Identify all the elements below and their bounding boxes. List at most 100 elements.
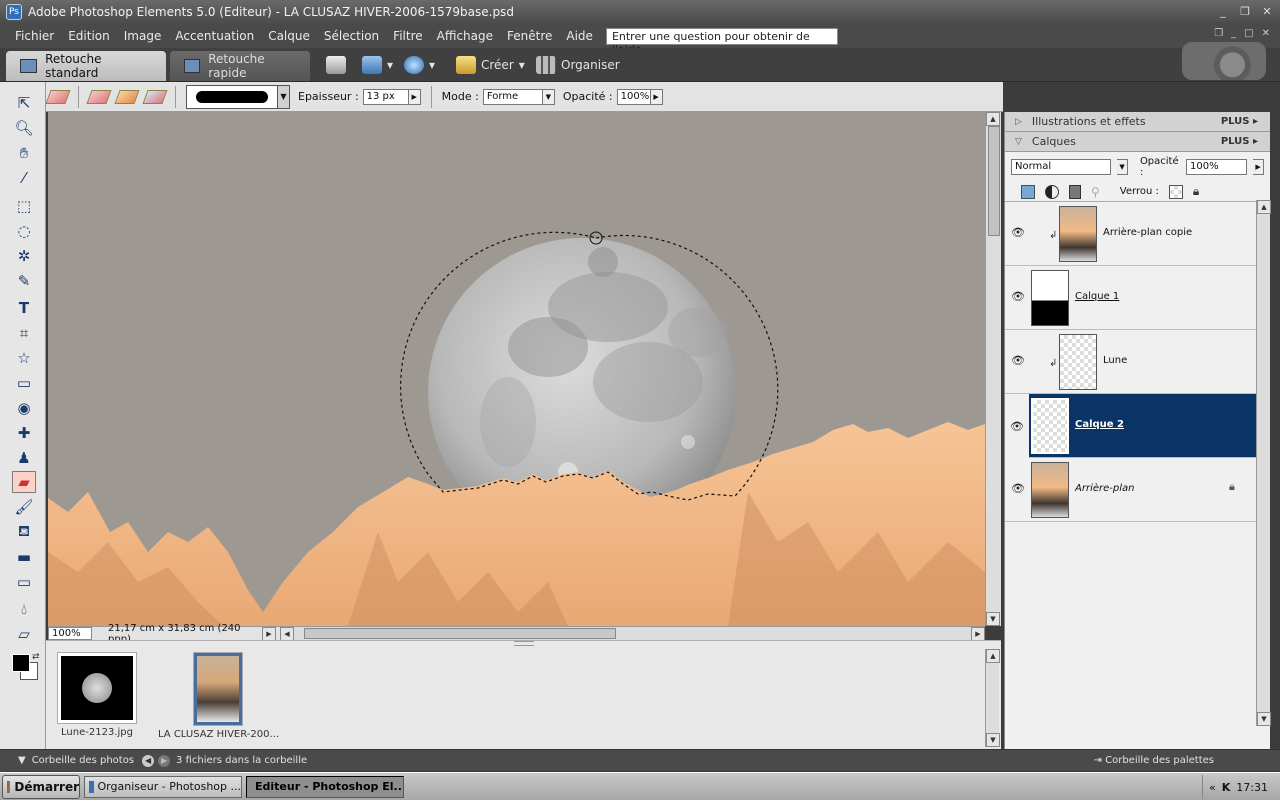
- layer-row-arriere-plan-copie[interactable]: 👁︎ ↲ Arrière-plan copie: [1005, 202, 1257, 266]
- doc-maximize-button[interactable]: □: [1244, 28, 1253, 39]
- palette-bin-toggle[interactable]: ⇥ Corbeille des palettes: [1094, 755, 1214, 766]
- creer-button[interactable]: Créer ▾: [456, 56, 525, 74]
- menu-calque[interactable]: Calque: [261, 29, 317, 43]
- visibility-eye-icon[interactable]: 👁︎: [1011, 354, 1025, 367]
- menu-aide[interactable]: Aide: [559, 29, 600, 43]
- next-photo-button[interactable]: ▶: [158, 754, 171, 767]
- foreground-color-swatch[interactable]: [12, 654, 30, 672]
- canvas-horizontal-scrollbar[interactable]: [294, 627, 971, 640]
- share-button[interactable]: ▾: [362, 56, 393, 74]
- clone-stamp-tool-icon[interactable]: ♟: [12, 447, 36, 469]
- task-organiseur[interactable]: Organiseur - Photoshop ...: [84, 775, 242, 798]
- scroll-left-arrow[interactable]: ◀: [280, 626, 294, 641]
- layer-row-calque-1[interactable]: 👁︎ Calque 1: [1005, 266, 1257, 330]
- brush-tool-icon[interactable]: 🖌︎: [12, 496, 36, 518]
- eyedropper-tool-icon[interactable]: ⁄: [12, 167, 36, 189]
- menu-fenetre[interactable]: Fenêtre: [500, 29, 559, 43]
- previous-photo-button[interactable]: ◀: [142, 754, 155, 767]
- selection-brush-tool-icon[interactable]: ✎: [12, 270, 36, 292]
- epaisseur-slider-arrow[interactable]: ▶: [408, 88, 421, 105]
- gradient-tool-icon[interactable]: ▬: [12, 546, 36, 568]
- scroll-down-arrow[interactable]: ▼: [986, 612, 1000, 626]
- tray-app-icon[interactable]: K: [1222, 781, 1231, 794]
- scroll-up-arrow[interactable]: ▲: [1257, 200, 1271, 214]
- crop-tool-icon[interactable]: ⌗: [12, 322, 36, 344]
- image-canvas[interactable]: [48, 112, 985, 626]
- doc-close-button[interactable]: ✕: [1262, 28, 1270, 39]
- menu-accentuation[interactable]: Accentuation: [168, 29, 261, 43]
- doc-minimize-button[interactable]: _: [1231, 28, 1236, 39]
- scroll-up-arrow[interactable]: ▲: [986, 112, 1000, 126]
- doc-restore-button[interactable]: ❐: [1214, 28, 1223, 39]
- task-editeur[interactable]: Editeur - Photoshop El...: [246, 775, 404, 798]
- lasso-tool-icon[interactable]: ◌: [12, 220, 36, 242]
- lock-icon[interactable]: 🔒︎: [1193, 184, 1199, 199]
- trash-icon[interactable]: [1069, 184, 1081, 199]
- zoom-field[interactable]: 100%: [48, 627, 92, 640]
- zoom-tool-icon[interactable]: 🔍︎: [12, 117, 36, 139]
- info-menu-arrow[interactable]: ▶: [262, 626, 276, 641]
- eraser-icon[interactable]: [86, 89, 112, 104]
- mode-select[interactable]: Forme: [482, 88, 543, 105]
- canvas-vertical-scrollbar[interactable]: ▲ ▼: [985, 112, 1001, 626]
- new-layer-icon[interactable]: [1021, 184, 1035, 199]
- more-button[interactable]: PLUS ▸: [1221, 136, 1258, 147]
- menu-image[interactable]: Image: [117, 29, 169, 43]
- palette-header-calques[interactable]: ▽ Calques PLUS ▸: [1005, 132, 1270, 152]
- scroll-thumb[interactable]: [988, 126, 1000, 236]
- red-eye-tool-icon[interactable]: ◉: [12, 397, 36, 419]
- menu-fichier[interactable]: Fichier: [8, 29, 61, 43]
- visibility-eye-icon[interactable]: 👁︎: [1005, 394, 1029, 458]
- minimize-button[interactable]: _: [1214, 3, 1232, 19]
- blur-tool-icon[interactable]: 💧︎: [12, 598, 36, 620]
- start-button[interactable]: Démarrer: [2, 774, 80, 799]
- menu-selection[interactable]: Sélection: [317, 29, 386, 43]
- scroll-down-arrow[interactable]: ▼: [1257, 712, 1271, 726]
- tab-retouche-standard[interactable]: Retouche standard: [6, 51, 166, 81]
- bin-scrollbar[interactable]: ▲ ▼: [985, 649, 1000, 747]
- paint-bucket-tool-icon[interactable]: ⛾: [12, 521, 36, 543]
- layer-row-arriere-plan[interactable]: 👁︎ Arrière-plan 🔒︎: [1005, 458, 1257, 522]
- more-button[interactable]: PLUS ▸: [1221, 116, 1258, 127]
- magic-wand-tool-icon[interactable]: ✲: [12, 245, 36, 267]
- tray-expand-icon[interactable]: «: [1209, 781, 1216, 794]
- hand-tool-icon[interactable]: ✋︎: [12, 142, 36, 164]
- menu-filtre[interactable]: Filtre: [386, 29, 429, 43]
- panel-resize-grip[interactable]: [514, 641, 534, 646]
- link-icon[interactable]: ⚲: [1091, 185, 1100, 199]
- visibility-eye-icon[interactable]: 👁︎: [1011, 482, 1025, 495]
- opacite-slider-arrow[interactable]: ▶: [650, 88, 663, 105]
- photo-bin-toggle[interactable]: Corbeille des photos: [32, 755, 134, 766]
- straighten-tool-icon[interactable]: ▭: [12, 372, 36, 394]
- palette-header-illustrations[interactable]: ▷ Illustrations et effets PLUS ▸: [1005, 112, 1270, 132]
- marquee-tool-icon[interactable]: ⬚: [12, 195, 36, 217]
- bin-item[interactable]: LA CLUSAZ HIVER-200...: [158, 653, 279, 740]
- type-tool-icon[interactable]: T: [12, 297, 36, 319]
- layer-row-lune[interactable]: 👁︎ ↲ Lune: [1005, 330, 1257, 394]
- tab-retouche-rapide[interactable]: Retouche rapide: [170, 51, 310, 81]
- scroll-right-arrow[interactable]: ▶: [971, 626, 985, 641]
- print-button[interactable]: [326, 56, 346, 74]
- swap-colors-icon[interactable]: ⇄: [32, 652, 40, 662]
- epaisseur-field[interactable]: 13 px: [362, 88, 409, 105]
- online-services-button[interactable]: ▾: [404, 56, 435, 74]
- move-tool-icon[interactable]: ⇱: [12, 92, 36, 114]
- layer-opacity-field[interactable]: 100%: [1186, 159, 1248, 175]
- scroll-down-arrow[interactable]: ▼: [986, 733, 1000, 747]
- eraser-tool-preset-icon[interactable]: [45, 89, 71, 104]
- blend-mode-select[interactable]: Normal: [1011, 159, 1112, 175]
- eraser-tool-icon[interactable]: ▰: [12, 471, 36, 493]
- menu-affichage[interactable]: Affichage: [430, 29, 500, 43]
- collapse-triangle-icon[interactable]: ▼: [18, 755, 26, 766]
- layers-scrollbar[interactable]: ▲ ▼: [1256, 200, 1271, 726]
- cookie-cutter-tool-icon[interactable]: ☆: [12, 347, 36, 369]
- magic-eraser-icon[interactable]: [142, 89, 168, 104]
- bin-item[interactable]: Lune-2123.jpg: [56, 653, 138, 738]
- close-button[interactable]: ✕: [1258, 3, 1276, 19]
- layer-opacity-arrow[interactable]: ▶: [1253, 159, 1264, 175]
- mode-dropdown-arrow[interactable]: ▼: [542, 88, 555, 105]
- organiser-button[interactable]: Organiser: [536, 56, 620, 74]
- help-search-input[interactable]: Entrer une question pour obtenir de l'ai…: [605, 27, 838, 56]
- scroll-thumb[interactable]: [304, 628, 616, 639]
- background-eraser-icon[interactable]: [114, 89, 140, 104]
